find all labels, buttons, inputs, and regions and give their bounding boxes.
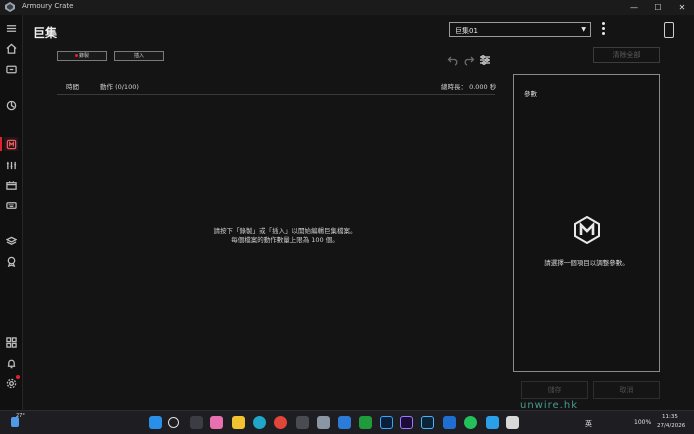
record-dot-icon bbox=[74, 54, 78, 57]
lightroom-icon[interactable] bbox=[421, 416, 434, 429]
empty-state-line2: 每個檔案的動作數量上限為 100 個。 bbox=[231, 236, 339, 244]
gamevisual-icon[interactable] bbox=[4, 158, 18, 172]
parameters-panel: 參數 請選擇一個項目以調整參數。 bbox=[513, 74, 660, 372]
notepad-icon[interactable] bbox=[506, 416, 519, 429]
sidebar bbox=[0, 15, 23, 410]
clear-all-button[interactable]: 清除全部 bbox=[593, 47, 660, 63]
macro-icon[interactable] bbox=[0, 137, 18, 151]
settings-icon[interactable] bbox=[4, 375, 20, 390]
edge-icon[interactable] bbox=[253, 416, 266, 429]
battery-level: 100% bbox=[634, 419, 652, 426]
redo-icon[interactable] bbox=[463, 51, 475, 66]
empty-state: 請按下「錄製」或「插入」以開始編輯巨集檔案。 每個檔案的動作數量上限為 100 … bbox=[150, 227, 420, 245]
apps-icon[interactable] bbox=[4, 335, 18, 349]
keyboard-icon[interactable] bbox=[4, 198, 18, 212]
premiere-icon[interactable] bbox=[400, 416, 413, 429]
minimize-button[interactable]: — bbox=[622, 0, 646, 15]
close-button[interactable]: ✕ bbox=[670, 0, 694, 15]
mobile-device-icon[interactable] bbox=[664, 22, 674, 38]
home-icon[interactable] bbox=[4, 41, 18, 55]
armoury-crate-taskbar-icon[interactable] bbox=[317, 416, 330, 429]
search-icon[interactable] bbox=[168, 417, 179, 428]
record-label: 錄製 bbox=[78, 53, 89, 59]
undo-icon[interactable] bbox=[447, 51, 459, 66]
maximize-button[interactable]: ☐ bbox=[646, 0, 670, 15]
app-logo-icon bbox=[5, 2, 15, 12]
device-icon[interactable] bbox=[4, 62, 18, 76]
chevron-down-icon: ▼ bbox=[581, 26, 586, 33]
panel-message: 請選擇一個項目以調整參數。 bbox=[544, 259, 629, 267]
start-icon[interactable] bbox=[149, 416, 162, 429]
table-divider bbox=[57, 94, 495, 95]
insert-button[interactable]: 插入 bbox=[114, 51, 164, 61]
taskbar: 27° 英 100% 11:35 27/4/2026 bbox=[0, 410, 694, 434]
notification-icon[interactable] bbox=[4, 356, 18, 370]
library-icon[interactable] bbox=[4, 178, 18, 192]
empty-state-line1: 請按下「錄製」或「插入」以開始編輯巨集檔案。 bbox=[213, 227, 357, 235]
vscode-icon[interactable] bbox=[338, 416, 351, 429]
task-view-icon[interactable] bbox=[190, 416, 203, 429]
app-title: Armoury Crate bbox=[22, 2, 74, 10]
clock-date: 27/4/2026 bbox=[657, 423, 686, 429]
cancel-button[interactable]: 取消 bbox=[593, 381, 660, 399]
menu-icon[interactable] bbox=[4, 21, 18, 35]
column-action: 動作 (0/100) bbox=[100, 83, 139, 91]
photos-icon[interactable] bbox=[296, 416, 309, 429]
panel-title: 參數 bbox=[524, 90, 537, 98]
title-bar: Armoury Crate — ☐ ✕ bbox=[0, 0, 694, 15]
column-time: 時間 bbox=[66, 83, 79, 91]
macro-profile-select[interactable]: 巨集01 ▼ bbox=[449, 22, 591, 37]
xbox-icon[interactable] bbox=[359, 416, 372, 429]
whatsapp-icon[interactable] bbox=[464, 416, 477, 429]
adjust-icon[interactable] bbox=[479, 51, 491, 65]
clock-time: 11:35 bbox=[662, 414, 678, 420]
total-length: 總時長： 0.000 秒 bbox=[441, 83, 497, 91]
macro-profile-value: 巨集01 bbox=[455, 27, 478, 35]
weather-temp: 27° bbox=[16, 413, 25, 419]
macro-logo-icon bbox=[574, 216, 600, 244]
badge-icon[interactable] bbox=[4, 254, 18, 268]
record-button[interactable]: 錄製 bbox=[57, 51, 107, 61]
page-title: 巨集 bbox=[33, 26, 58, 40]
photoshop-icon[interactable] bbox=[380, 416, 393, 429]
settings-alert-dot bbox=[16, 375, 20, 379]
layers-icon[interactable] bbox=[4, 234, 18, 248]
word-icon[interactable] bbox=[443, 416, 456, 429]
app-icon[interactable] bbox=[486, 416, 499, 429]
file-explorer-icon[interactable] bbox=[232, 416, 245, 429]
insert-label: 插入 bbox=[133, 53, 144, 59]
aura-icon[interactable] bbox=[4, 98, 18, 112]
chrome-icon[interactable] bbox=[274, 416, 287, 429]
save-button[interactable]: 儲存 bbox=[521, 381, 588, 399]
copilot-icon[interactable] bbox=[210, 416, 223, 429]
more-options-icon[interactable] bbox=[600, 21, 606, 38]
ime-indicator[interactable]: 英 bbox=[585, 419, 592, 429]
